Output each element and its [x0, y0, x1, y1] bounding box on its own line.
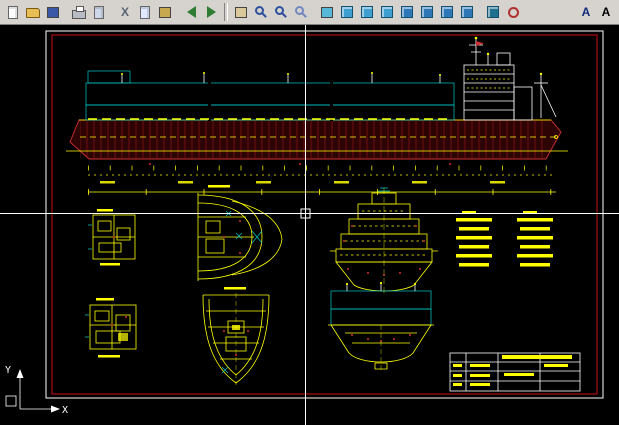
view-nw-iso-button[interactable] — [457, 2, 477, 22]
ship-general-arrangement-drawing: Y X — [0, 25, 619, 425]
open-button[interactable] — [23, 2, 43, 22]
detail-bars-1 — [456, 211, 492, 267]
annotation-text-marks — [100, 181, 505, 184]
view-front-icon — [361, 6, 373, 18]
view-nw-iso-icon — [461, 6, 473, 18]
render-icon — [508, 7, 519, 18]
redo-icon — [207, 6, 216, 18]
ucs-icon: Y X — [5, 365, 68, 416]
view-top-button[interactable] — [337, 2, 357, 22]
dimension-style-button[interactable]: A — [596, 2, 616, 22]
ucs-x-label: X — [62, 405, 68, 416]
cut-icon: X — [121, 5, 129, 19]
view-section-3 — [85, 298, 136, 358]
view-sw-iso-button[interactable] — [397, 2, 417, 22]
zoom-realtime-icon — [255, 6, 264, 15]
save-button[interactable] — [43, 2, 63, 22]
toolbar: X AA — [0, 0, 619, 25]
paste-button[interactable] — [155, 2, 175, 22]
view-superstructure-front — [330, 188, 438, 293]
render-button[interactable] — [503, 2, 523, 22]
zoom-window-icon — [275, 6, 284, 15]
view-side-icon — [381, 6, 393, 18]
zoom-window-button[interactable] — [271, 2, 291, 22]
view-top-icon — [341, 6, 353, 18]
view-sw-iso-icon — [401, 6, 413, 18]
view-ne-iso-button[interactable] — [437, 2, 457, 22]
sheet-border — [46, 31, 603, 398]
named-views-icon — [321, 7, 333, 18]
print-button[interactable] — [69, 2, 89, 22]
view-bow-section — [203, 287, 269, 385]
copy-button[interactable] — [135, 2, 155, 22]
superstructure — [464, 37, 532, 120]
ucs-y-label: Y — [5, 365, 11, 376]
text-style-icon: A — [582, 5, 591, 19]
container-lattice — [86, 71, 454, 121]
shade-button[interactable] — [483, 2, 503, 22]
print-preview-button[interactable] — [89, 2, 109, 22]
funnel — [497, 53, 510, 65]
view-front-button[interactable] — [357, 2, 377, 22]
undo-button[interactable] — [181, 2, 201, 22]
pan-icon — [235, 7, 247, 18]
print-preview-icon — [94, 6, 104, 19]
new-button[interactable] — [3, 2, 23, 22]
open-icon — [26, 8, 40, 18]
title-block — [450, 353, 580, 391]
zoom-previous-button[interactable] — [291, 2, 311, 22]
undo-icon — [187, 6, 196, 18]
view-se-iso-button[interactable] — [417, 2, 437, 22]
print-icon — [72, 10, 86, 19]
cut-button[interactable]: X — [115, 2, 135, 22]
toolbar-separator — [224, 3, 228, 21]
view-side-button[interactable] — [377, 2, 397, 22]
copy-icon — [140, 6, 150, 19]
redo-button[interactable] — [201, 2, 221, 22]
shade-icon — [487, 6, 499, 18]
zoom-previous-icon — [295, 6, 304, 15]
save-icon — [47, 7, 59, 18]
zoom-realtime-button[interactable] — [251, 2, 271, 22]
new-icon — [8, 6, 18, 19]
detail-bars-2 — [517, 211, 553, 267]
bow-waterplane — [232, 201, 282, 275]
view-aft-elevation — [328, 282, 434, 371]
dimension-style-icon: A — [602, 5, 611, 19]
view-side-elevation — [66, 37, 568, 192]
drawing-canvas[interactable]: Y X — [0, 25, 619, 425]
paste-icon — [159, 7, 171, 18]
pan-button[interactable] — [231, 2, 251, 22]
view-section-2 — [198, 185, 282, 281]
named-views-button[interactable] — [317, 2, 337, 22]
view-section-1 — [88, 209, 135, 266]
text-style-button[interactable]: A — [576, 2, 596, 22]
view-se-iso-icon — [421, 6, 433, 18]
view-ne-iso-icon — [441, 6, 453, 18]
